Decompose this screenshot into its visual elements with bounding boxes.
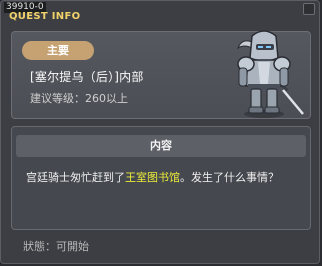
close-button[interactable] bbox=[303, 3, 315, 15]
quest-content-panel: 内容 宫廷骑士匆忙赶到了王室图书馆。发生了什么事情？ bbox=[11, 126, 311, 230]
quest-status: 狀態：可開始 bbox=[23, 240, 89, 253]
quest-type-badge: 主要 bbox=[22, 41, 94, 60]
recommended-level: 建议等级：260以上 bbox=[30, 92, 128, 105]
knight-npc-portrait bbox=[236, 30, 304, 118]
description-text-end: 。发生了什么事情？ bbox=[180, 171, 279, 184]
window-title: QUEST INFO bbox=[9, 11, 81, 22]
quest-description: 宫廷骑士匆忙赶到了王室图书馆。发生了什么事情？ bbox=[26, 169, 301, 186]
description-text: 宫廷骑士匆忙赶到了 bbox=[26, 171, 125, 184]
content-header: 内容 bbox=[16, 135, 306, 157]
quest-name: [塞尔提乌（后）]内部 bbox=[30, 70, 144, 84]
quest-info-window: 39910-0 QUEST INFO 主要 [塞尔提乌（后）]内部 建议等级：2… bbox=[0, 0, 320, 264]
location-highlight: 王室图书馆 bbox=[125, 171, 180, 184]
quest-header-panel: 主要 [塞尔提乌（后）]内部 建议等级：260以上 bbox=[11, 30, 311, 119]
